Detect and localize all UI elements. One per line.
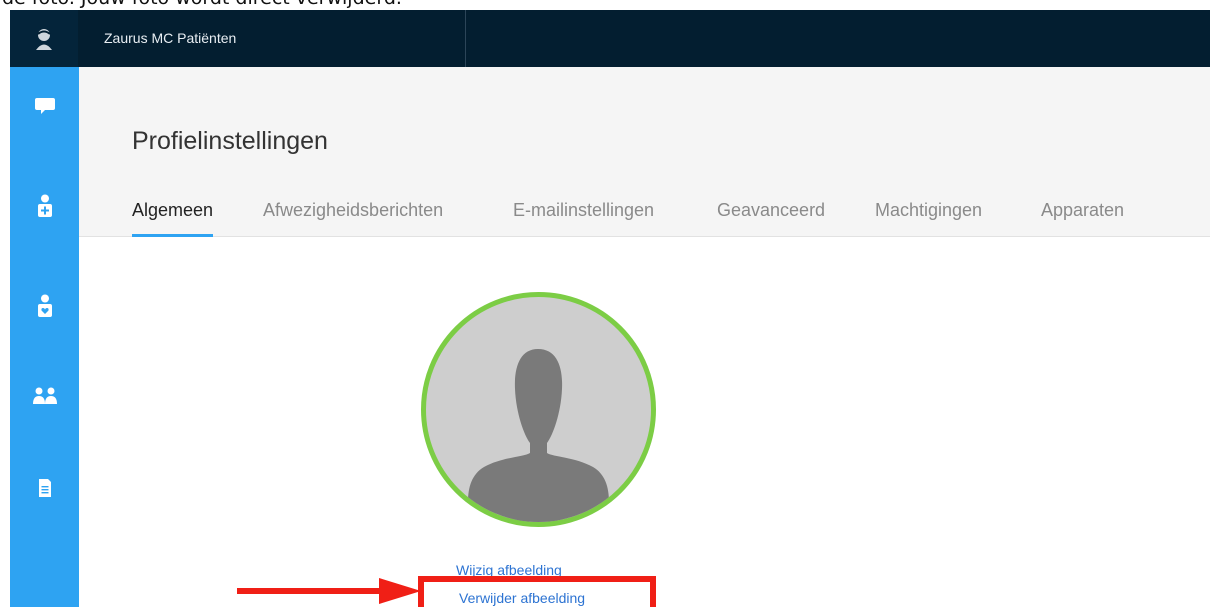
person-silhouette-icon <box>468 349 609 522</box>
tab-afwezigheidsberichten[interactable]: Afwezigheidsberichten <box>263 200 443 237</box>
tab-label: Geavanceerd <box>717 200 826 220</box>
logo[interactable] <box>10 10 78 67</box>
top-bar: Zaurus MC Patiënten <box>10 10 1210 67</box>
chat-icon <box>34 98 55 114</box>
tab-machtigingen[interactable]: Machtigingen <box>875 200 982 237</box>
patient-add-icon <box>37 194 52 217</box>
sidebar-item-group[interactable] <box>10 376 79 416</box>
sidebar-item-chat[interactable] <box>10 86 79 126</box>
tab-label: Algemeen <box>132 200 214 220</box>
patient-heart-icon <box>37 294 52 317</box>
tab-label: Afwezigheidsberichten <box>263 200 444 220</box>
sidebar-item-document[interactable] <box>10 468 79 508</box>
group-icon <box>32 387 57 404</box>
tab-label: Machtigingen <box>875 200 983 220</box>
tab-label: Apparaten <box>1041 200 1125 220</box>
tab-label: E-mailinstellingen <box>513 200 655 220</box>
page-header: Profielinstellingen Algemeen Afwezigheid… <box>79 67 1210 237</box>
tab-apparaten[interactable]: Apparaten <box>1041 200 1124 237</box>
annotation-highlight-box <box>418 576 656 607</box>
arrow-right-icon <box>237 578 421 604</box>
page-title: Profielinstellingen <box>132 127 328 155</box>
sidebar-item-patient-add[interactable] <box>10 186 79 226</box>
tab-geavanceerd[interactable]: Geavanceerd <box>717 200 825 237</box>
tab-e-mailinstellingen[interactable]: E-mailinstellingen <box>513 200 654 237</box>
app-title[interactable]: Zaurus MC Patiënten <box>104 10 236 67</box>
document-icon <box>38 479 51 497</box>
user-logo-icon <box>36 28 52 50</box>
topbar-divider <box>465 10 466 67</box>
profile-avatar[interactable] <box>421 292 656 527</box>
tab-algemeen[interactable]: Algemeen <box>132 200 214 237</box>
sidebar-item-patient-heart[interactable] <box>10 286 79 326</box>
active-tab-indicator <box>132 234 214 237</box>
sidebar <box>10 67 79 607</box>
instruction-caption: de foto. Jouw foto wordt direct verwijde… <box>0 0 1210 10</box>
